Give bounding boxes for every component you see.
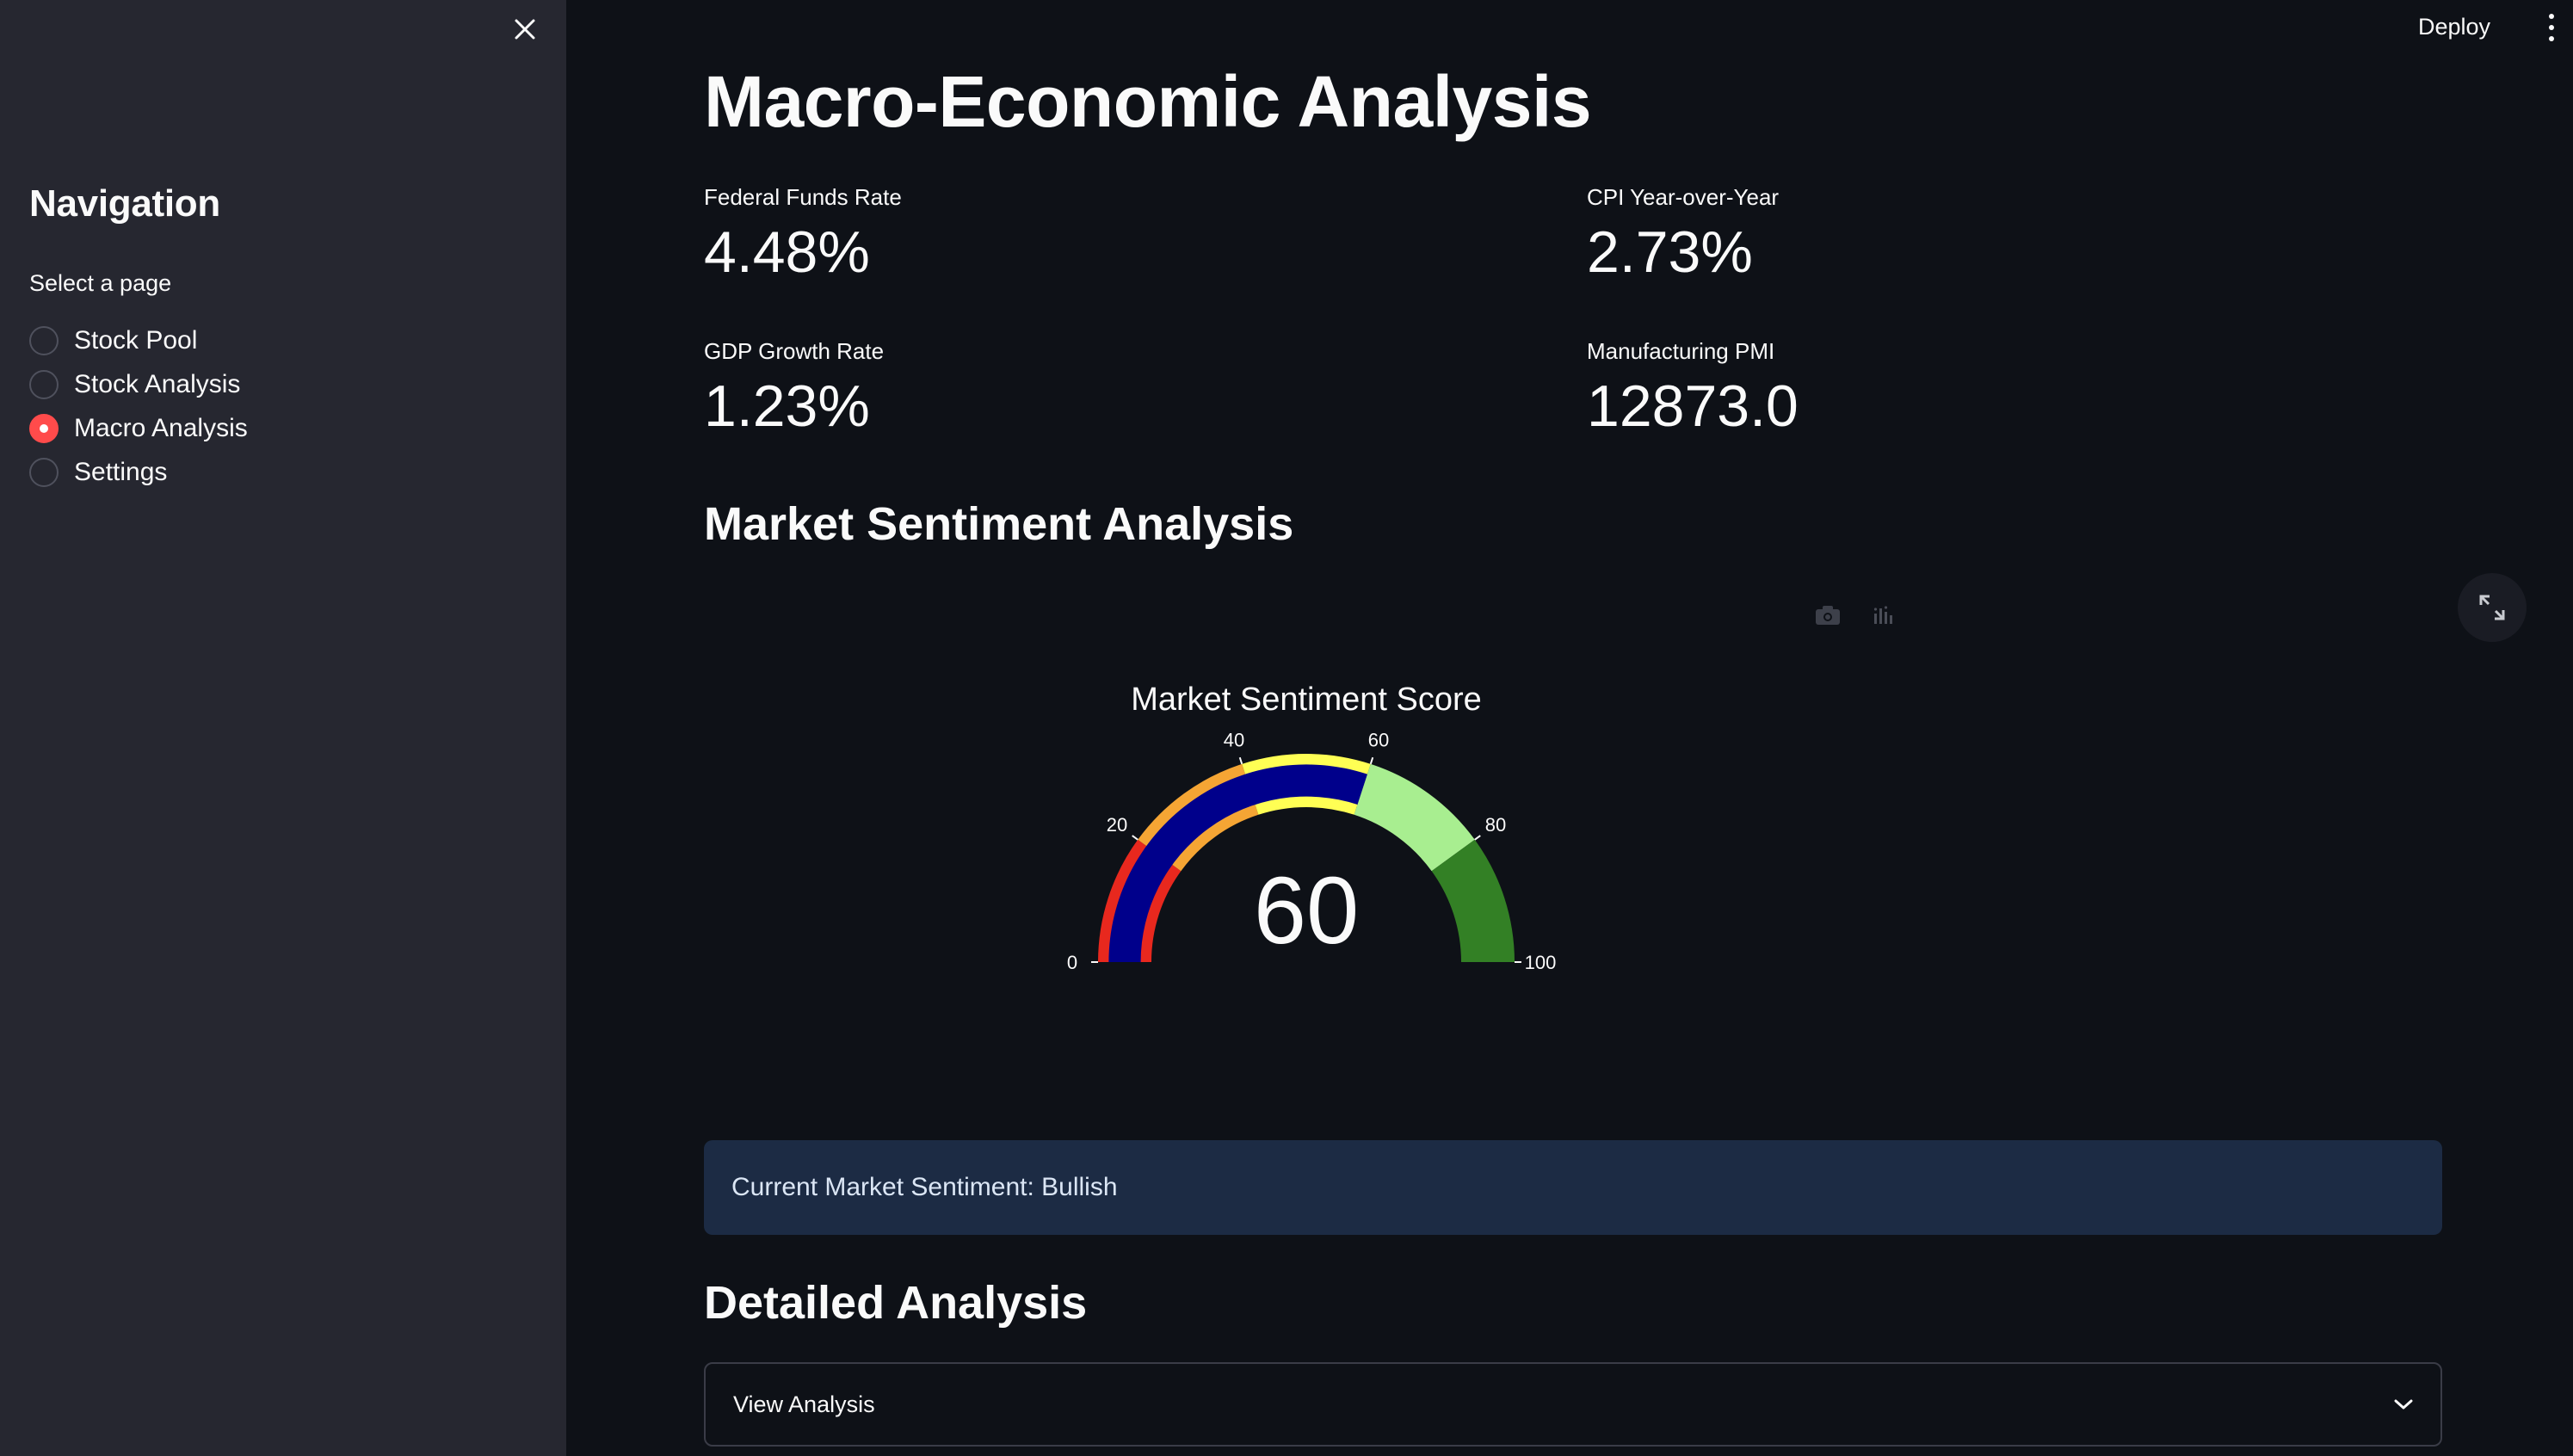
radio-button[interactable]	[29, 369, 59, 399]
radio-label: Stock Analysis	[74, 369, 241, 398]
metric-manufacturing-pmi: Manufacturing PMI 12873.0	[1587, 338, 1799, 435]
gauge-tick	[1132, 835, 1138, 841]
metric-cpi-yoy: CPI Year-over-Year 2.73%	[1587, 184, 1779, 281]
metric-federal-funds-rate: Federal Funds Rate 4.48%	[704, 184, 902, 281]
info-text: Current Market Sentiment: Bullish	[731, 1173, 1118, 1201]
radio-macro-analysis[interactable]: Macro Analysis	[29, 406, 248, 450]
gauge-tick-label: 20	[1107, 814, 1127, 836]
metric-label: Manufacturing PMI	[1587, 338, 1775, 364]
expand-icon	[2479, 595, 2505, 620]
gauge-tick	[1474, 835, 1481, 841]
sentiment-section-title: Market Sentiment Analysis	[704, 498, 1294, 550]
close-sidebar-button[interactable]	[508, 12, 542, 46]
gauge-tick	[1238, 756, 1243, 765]
chevron-down-icon	[2394, 1399, 2413, 1410]
metric-value: 1.23%	[704, 373, 870, 439]
metric-label: GDP Growth Rate	[704, 338, 885, 364]
metric-gdp-growth-rate: GDP Growth Rate 1.23%	[704, 338, 884, 435]
radio-stock-analysis[interactable]: Stock Analysis	[29, 362, 248, 406]
metric-label: CPI Year-over-Year	[1587, 184, 1780, 210]
radio-settings[interactable]: Settings	[29, 450, 248, 494]
gauge-svg: Market Sentiment Score 0 20 40 60 80 100 60	[1067, 682, 1557, 973]
page-title: Macro-Economic Analysis	[704, 61, 1592, 142]
page-radio-group: Stock Pool Stock Analysis Macro Analysis…	[29, 318, 248, 494]
sidebar: Navigation Select a page Stock Pool Stoc…	[0, 0, 566, 1456]
radio-button-selected[interactable]	[29, 413, 59, 443]
fullscreen-button[interactable]	[2458, 573, 2527, 642]
close-icon	[515, 19, 535, 40]
view-analysis-expander[interactable]: View Analysis	[704, 1362, 2442, 1447]
gauge-tick-label: 40	[1224, 729, 1244, 750]
sentiment-info-alert: Current Market Sentiment: Bullish	[704, 1140, 2442, 1235]
detail-section-title: Detailed Analysis	[704, 1277, 1088, 1329]
gauge-tick-label: 0	[1067, 952, 1077, 973]
radio-button[interactable]	[29, 325, 59, 355]
gauge-tick-label: 80	[1485, 814, 1506, 836]
radio-label: Stock Pool	[74, 325, 198, 355]
metric-label: Federal Funds Rate	[704, 184, 902, 210]
sidebar-title: Navigation	[29, 182, 220, 225]
expander-label: View Analysis	[733, 1391, 875, 1417]
metric-value: 12873.0	[1587, 373, 1799, 439]
metric-value: 4.48%	[704, 219, 870, 285]
radio-stock-pool[interactable]: Stock Pool	[29, 318, 248, 362]
radio-label: Macro Analysis	[74, 413, 248, 442]
metric-value: 2.73%	[1587, 219, 1753, 285]
gauge-tick	[1369, 756, 1374, 765]
deploy-button[interactable]: Deploy	[2418, 14, 2490, 40]
page-select-label: Select a page	[29, 270, 172, 296]
gauge-tick-label: 100	[1525, 952, 1557, 973]
radio-button[interactable]	[29, 457, 59, 487]
sentiment-gauge-chart: Market Sentiment Score 0 20 40 60 80 100 60	[704, 585, 2442, 1101]
radio-label: Settings	[74, 457, 168, 486]
gauge-value: 60	[1254, 858, 1359, 964]
gauge-tick-label: 60	[1368, 729, 1389, 750]
gauge-title: Market Sentiment Score	[1131, 682, 1482, 718]
kebab-menu-icon[interactable]	[2542, 12, 2561, 43]
